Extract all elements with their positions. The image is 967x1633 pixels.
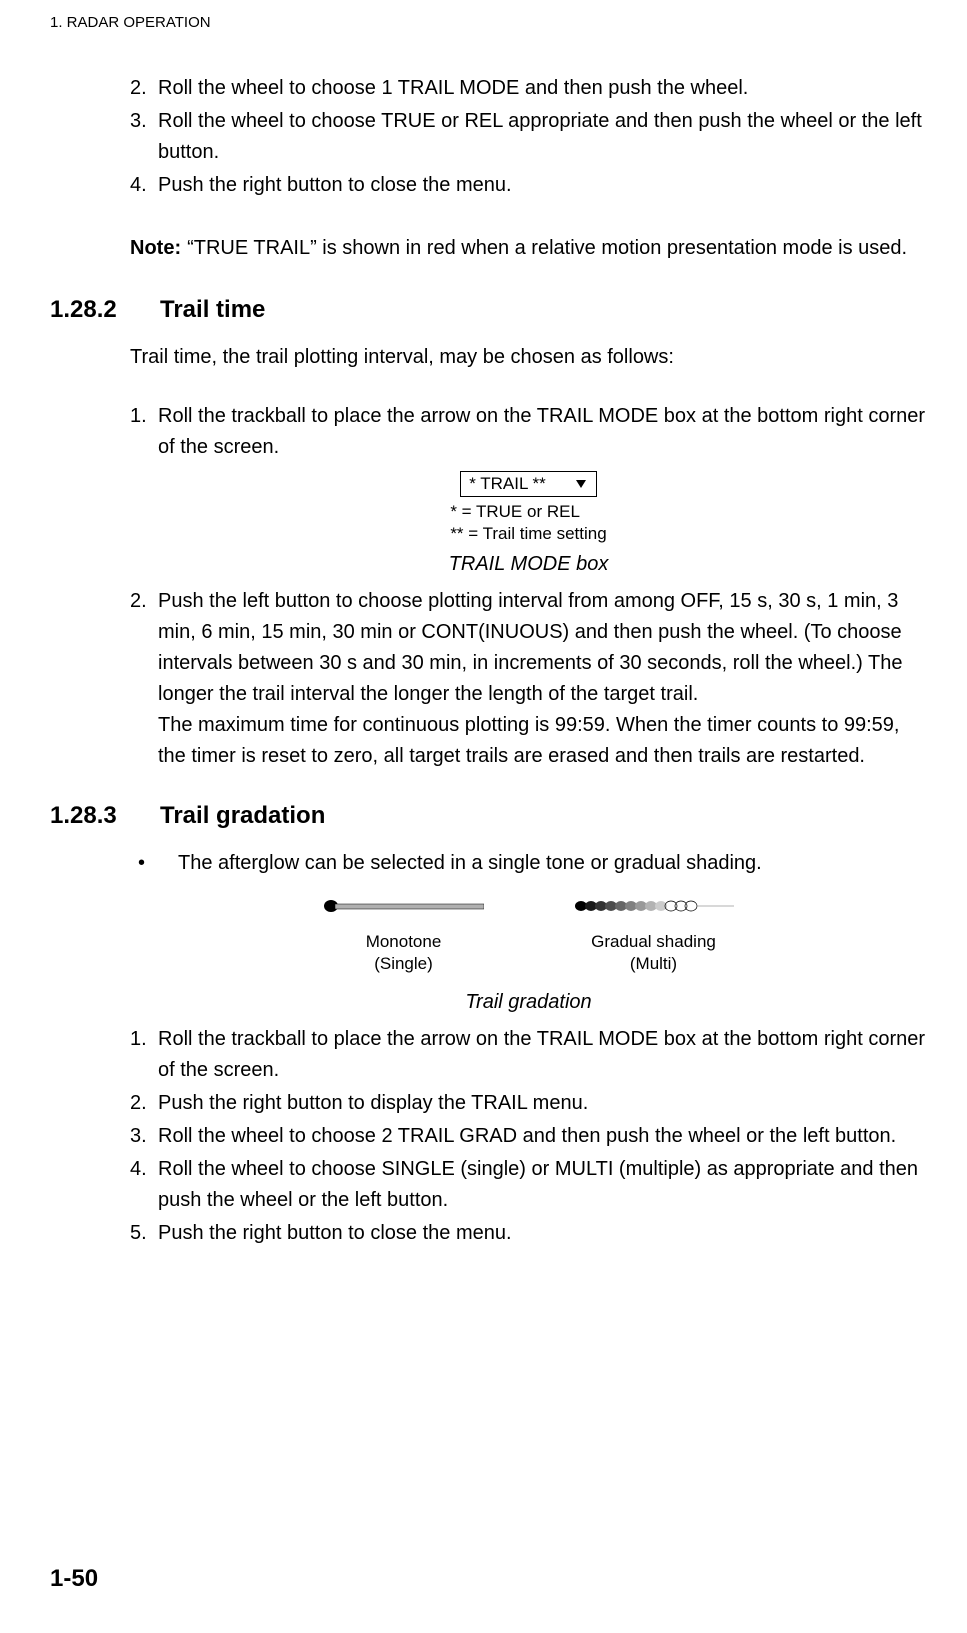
- section-number: 1.28.2: [50, 296, 160, 324]
- gradual-trail-icon: [574, 899, 734, 913]
- list-item: 1. Roll the trackball to place the arrow…: [130, 1024, 927, 1086]
- section-number: 1.28.3: [50, 802, 160, 830]
- content-area: 2. Roll the wheel to choose 1 TRAIL MODE…: [130, 73, 927, 1249]
- trail-legend-line: * = TRUE or REL: [450, 501, 606, 523]
- list-item: 2. Push the right button to display the …: [130, 1088, 927, 1119]
- trail-legend-line: ** = Trail time setting: [450, 523, 606, 545]
- note-block: Note: “TRUE TRAIL” is shown in red when …: [130, 233, 927, 264]
- page-header: 1. RADAR OPERATION: [50, 14, 927, 31]
- trail-legend: * = TRUE or REL ** = Trail time setting: [450, 501, 606, 545]
- list-item: 3. Roll the wheel to choose 2 TRAIL GRAD…: [130, 1121, 927, 1152]
- gradual-label: Gradual shading (Multi): [591, 931, 716, 975]
- label-line: Gradual shading: [591, 931, 716, 953]
- list-number: 5.: [130, 1218, 158, 1249]
- list-text: Roll the wheel to choose 1 TRAIL MODE an…: [158, 73, 927, 104]
- gradation-figure: Monotone (Single): [130, 899, 927, 975]
- list-item: 1. Roll the trackball to place the arrow…: [130, 401, 927, 463]
- note-label: Note:: [130, 233, 181, 264]
- dropdown-arrow-icon: [576, 480, 586, 488]
- gradual-example: Gradual shading (Multi): [574, 899, 734, 975]
- list-item: 3. Roll the wheel to choose TRUE or REL …: [130, 106, 927, 168]
- label-line: (Multi): [591, 953, 716, 975]
- section-heading: 1.28.3 Trail gradation: [50, 802, 927, 830]
- list-number: 4.: [130, 1154, 158, 1216]
- label-line: (Single): [366, 953, 442, 975]
- section-heading: 1.28.2 Trail time: [50, 296, 927, 324]
- monotone-trail-icon: [324, 899, 484, 913]
- page-number: 1-50: [50, 1565, 98, 1593]
- bullet-item: • The afterglow can be selected in a sin…: [130, 848, 927, 879]
- list-text: Push the right button to display the TRA…: [158, 1088, 927, 1119]
- list-text: Roll the wheel to choose SINGLE (single)…: [158, 1154, 927, 1216]
- list-number: 1.: [130, 1024, 158, 1086]
- trail-mode-box-label: * TRAIL **: [469, 474, 546, 493]
- trail-mode-box: * TRAIL **: [460, 471, 597, 497]
- list-text: Push the left button to choose plotting …: [158, 586, 927, 772]
- section-intro: Trail time, the trail plotting interval,…: [130, 342, 927, 373]
- list-text: Roll the wheel to choose TRUE or REL app…: [158, 106, 927, 168]
- section-title: Trail gradation: [160, 802, 927, 830]
- list-item: 4. Roll the wheel to choose SINGLE (sing…: [130, 1154, 927, 1216]
- list-text: Roll the wheel to choose 2 TRAIL GRAD an…: [158, 1121, 927, 1152]
- list-text: Roll the trackball to place the arrow on…: [158, 1024, 927, 1086]
- figure-caption: TRAIL MODE box: [130, 553, 927, 576]
- list-text: Roll the trackball to place the arrow on…: [158, 401, 927, 463]
- list-item: 5. Push the right button to close the me…: [130, 1218, 927, 1249]
- trail-mode-figure: * TRAIL ** * = TRUE or REL ** = Trail ti…: [130, 471, 927, 545]
- monotone-label: Monotone (Single): [366, 931, 442, 975]
- monotone-example: Monotone (Single): [324, 899, 484, 975]
- figure-caption: Trail gradation: [130, 991, 927, 1014]
- list-text: Push the right button to close the menu.: [158, 170, 927, 201]
- list-text: Push the right button to close the menu.: [158, 1218, 927, 1249]
- note-text: “TRUE TRAIL” is shown in red when a rela…: [187, 233, 927, 264]
- list-number: 3.: [130, 1121, 158, 1152]
- list-item: 2. Push the left button to choose plotti…: [130, 586, 927, 772]
- bullet-marker: •: [130, 848, 178, 879]
- list-number: 1.: [130, 401, 158, 463]
- list-number: 2.: [130, 73, 158, 104]
- bullet-text: The afterglow can be selected in a singl…: [178, 848, 927, 879]
- list-number: 2.: [130, 1088, 158, 1119]
- list-item: 4. Push the right button to close the me…: [130, 170, 927, 201]
- list-number: 3.: [130, 106, 158, 168]
- list-number: 4.: [130, 170, 158, 201]
- section-title: Trail time: [160, 296, 927, 324]
- label-line: Monotone: [366, 931, 442, 953]
- list-item: 2. Roll the wheel to choose 1 TRAIL MODE…: [130, 73, 927, 104]
- list-number: 2.: [130, 586, 158, 772]
